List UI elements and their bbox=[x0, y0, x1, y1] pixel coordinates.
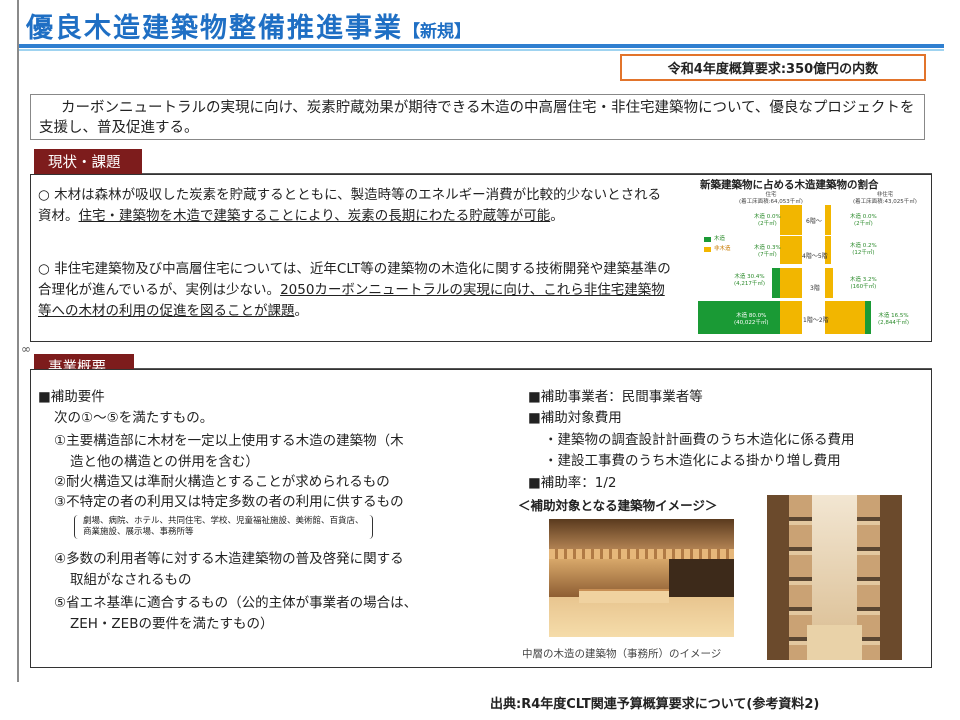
requirements-title: ■補助要件 bbox=[38, 389, 105, 405]
link-icon: ∞ bbox=[21, 342, 31, 356]
building-image-title: ＜補助対象となる建築物イメージ＞ bbox=[518, 498, 718, 513]
chart-right-header: 非住宅 (着工床面積:43,025千㎡) bbox=[853, 192, 917, 205]
image-caption: 中層の木造の建築物（事務所）のイメージ bbox=[522, 648, 722, 660]
legend-wood-label: 木造 bbox=[714, 236, 726, 242]
atrium-photo bbox=[767, 495, 902, 660]
chart-label-res-6f: 木造 0.0% (2千㎡) bbox=[754, 214, 781, 227]
chart-label-res-3f: 木造 30.4% (4,217千㎡) bbox=[734, 274, 766, 287]
status-section-heading: 現状・課題 bbox=[34, 149, 142, 174]
chart-bar-res-12f-nonwood bbox=[780, 301, 802, 334]
requirement-4: ④多数の利用者等に対する木造建築物の普及啓発に関する 取組がなされるもの bbox=[54, 551, 404, 588]
requirement-3: ③不特定の者の利用又は特定多数の者の利用に供するもの bbox=[54, 494, 404, 510]
subsidy-operator: ■補助事業者：民間事業者等 bbox=[528, 389, 703, 405]
status-paragraph-2: ○ 非住宅建築物及び中高層住宅については、近年CLT等の建築物の木造化に関する技… bbox=[38, 261, 671, 319]
chart-label-res-12f: 木造 80.0% (40,022千㎡) bbox=[734, 313, 769, 326]
chart-bar-nonres-12f-wood bbox=[865, 301, 871, 334]
subsidy-costs-title: ■補助対象費用 bbox=[528, 410, 622, 426]
chart-left-header: 住宅 (着工床面積:64,053千㎡) bbox=[739, 192, 803, 205]
chart-label-nonres-45f: 木造 0.2% (12千㎡) bbox=[850, 243, 877, 256]
chart-bar-res-45f bbox=[780, 236, 802, 264]
legend-nonwood-swatch bbox=[704, 247, 711, 252]
chart-bar-nonres-12f-nonwood bbox=[825, 301, 865, 334]
chart-bar-res-6f bbox=[780, 205, 802, 235]
chart-bar-res-3f-nonwood bbox=[780, 268, 802, 298]
subsidy-cost-2: ・建設工事費のうち木造化による掛かり増し費用 bbox=[544, 453, 841, 469]
left-margin-rule bbox=[17, 0, 19, 682]
chart-floor-label-12f: 1階～2階 bbox=[803, 317, 829, 324]
chart-label-res-45f: 木造 0.3% (7千㎡) bbox=[754, 245, 781, 258]
chart-bar-nonres-3f bbox=[825, 268, 833, 298]
office-interior-photo bbox=[549, 519, 734, 637]
subsidy-cost-1: ・建築物の調査設計計画費のうち木造化に係る費用 bbox=[544, 432, 855, 448]
requirement-1: ①主要構造部に木材を一定以上使用する木造の建築物（木 造と他の構造との併用を含む） bbox=[54, 433, 404, 470]
legend-nonwood-label: 非木造 bbox=[714, 246, 731, 252]
new-tag: 【新規】 bbox=[403, 22, 471, 42]
title-underline-accent bbox=[19, 49, 944, 51]
legend-wood-swatch bbox=[704, 237, 711, 242]
chart-label-nonres-3f: 木造 3.2% (160千㎡) bbox=[850, 277, 877, 290]
chart-bar-res-3f-wood bbox=[772, 268, 780, 298]
source-citation: 出典:R4年度CLT関連予算概算要求について(参考資料2) bbox=[490, 697, 820, 712]
chart-floor-label-45f: 4階～5階 bbox=[802, 253, 828, 260]
status-p1-emphasis: 住宅・建築物を木造で建築することにより、炭素の長期にわたる貯蔵等が可能 bbox=[78, 208, 551, 224]
subsidy-rate: ■補助率：1/2 bbox=[528, 475, 617, 491]
requirements-intro: 次の①～⑤を満たすもの。 bbox=[54, 410, 214, 426]
chart-label-nonres-12f: 木造 16.5% (2,844千㎡) bbox=[878, 313, 910, 326]
budget-box: 令和4年度概算要求:350億円の内数 bbox=[620, 54, 926, 81]
title-underline bbox=[19, 44, 944, 48]
chart-label-nonres-6f: 木造 0.0% (2千㎡) bbox=[850, 214, 877, 227]
requirement-2: ②耐火構造又は準耐火構造とすることが求められるもの bbox=[54, 474, 390, 490]
chart-floor-label-6f: 6階～ bbox=[806, 218, 822, 225]
intro-summary: カーボンニュートラルの実現に向け、炭素貯蔵効果が期待できる木造の中高層住宅・非住… bbox=[30, 94, 925, 140]
requirement-3-examples: 劇場、病院、ホテル、共同住宅、学校、児童福祉施設、美術館、百貨店、 商業施設、展示… bbox=[74, 515, 373, 539]
page-title: 優良木造建築物整備推進事業【新規】 bbox=[26, 13, 471, 44]
status-paragraph-1: ○ 木材は森林が吸収した炭素を貯蔵するとともに、製造時等のエネルギー消費が比較的… bbox=[38, 187, 662, 224]
chart-title: 新築建築物に占める木造建築物の割合 bbox=[700, 179, 879, 191]
chart-bar-nonres-6f bbox=[825, 205, 831, 235]
requirement-5: ⑤省エネ基準に適合するもの（公的主体が事業者の場合は、 ZEH・ZEBの要件を満た… bbox=[54, 595, 418, 632]
chart-floor-label-3f: 3階 bbox=[810, 285, 820, 292]
